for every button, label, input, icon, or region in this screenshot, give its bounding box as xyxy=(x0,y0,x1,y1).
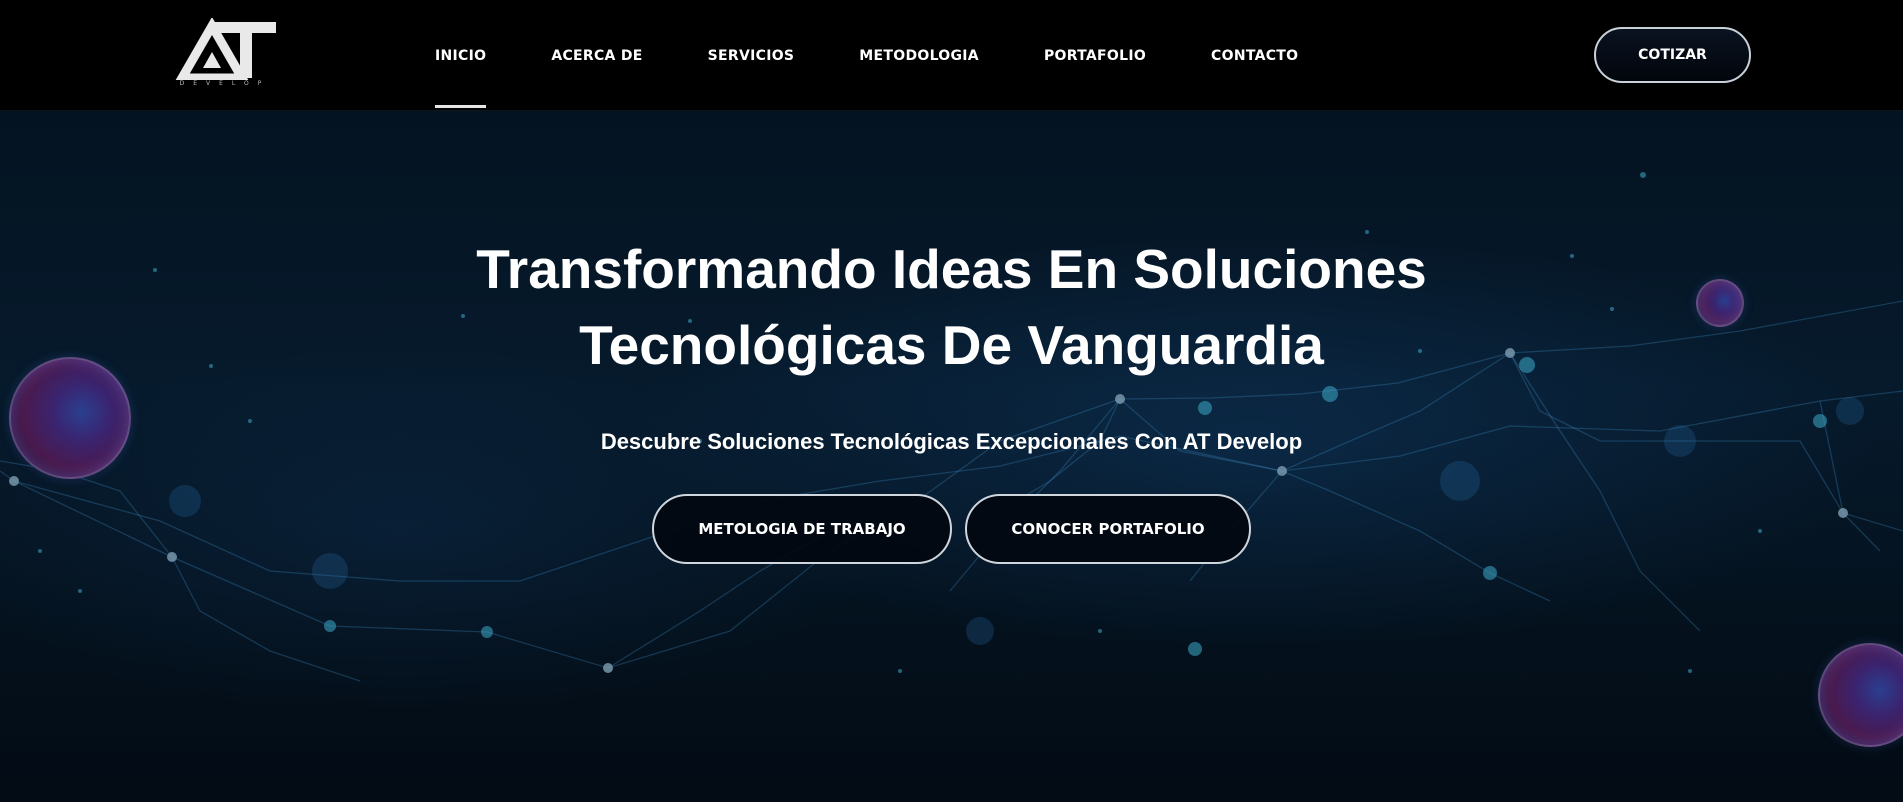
hero-section: Transformando Ideas En Soluciones Tecnol… xyxy=(0,111,1903,802)
conocer-portafolio-button[interactable]: CONOCER PORTAFOLIO xyxy=(965,494,1251,564)
nav-item-contacto[interactable]: CONTACTO xyxy=(1211,0,1298,110)
nav-item-servicios[interactable]: SERVICIOS xyxy=(708,0,795,110)
hero-subtitle: Descubre Soluciones Tecnológicas Excepci… xyxy=(600,429,1303,454)
hero-title-line-2: Tecnológicas De Vanguardia xyxy=(579,314,1324,376)
site-header: DEVELOP INICIO ACERCA DE SERVICIOS METOD… xyxy=(0,0,1903,111)
metodologia-de-trabajo-button[interactable]: METOLOGIA DE TRABAJO xyxy=(652,494,952,564)
page: DEVELOP INICIO ACERCA DE SERVICIOS METOD… xyxy=(0,0,1903,802)
cotizar-button[interactable]: COTIZAR xyxy=(1594,27,1751,83)
nav-item-inicio[interactable]: INICIO xyxy=(435,0,487,110)
hero-title-line-1: Transformando Ideas En Soluciones xyxy=(476,238,1427,300)
network-background-graphic xyxy=(0,172,1903,682)
hero-title: Transformando Ideas En Soluciones Tecnol… xyxy=(0,231,1903,383)
nav-item-acerca-de[interactable]: ACERCA DE xyxy=(551,0,642,110)
logo-mark-icon xyxy=(174,16,276,83)
nav-item-portafolio[interactable]: PORTAFOLIO xyxy=(1044,0,1146,110)
at-develop-logo[interactable]: DEVELOP xyxy=(170,16,280,92)
logo-subtext: DEVELOP xyxy=(179,80,271,87)
nav-item-metodologia[interactable]: METODOLOGIA xyxy=(859,0,979,110)
main-nav: INICIO ACERCA DE SERVICIOS METODOLOGIA P… xyxy=(435,0,1363,110)
